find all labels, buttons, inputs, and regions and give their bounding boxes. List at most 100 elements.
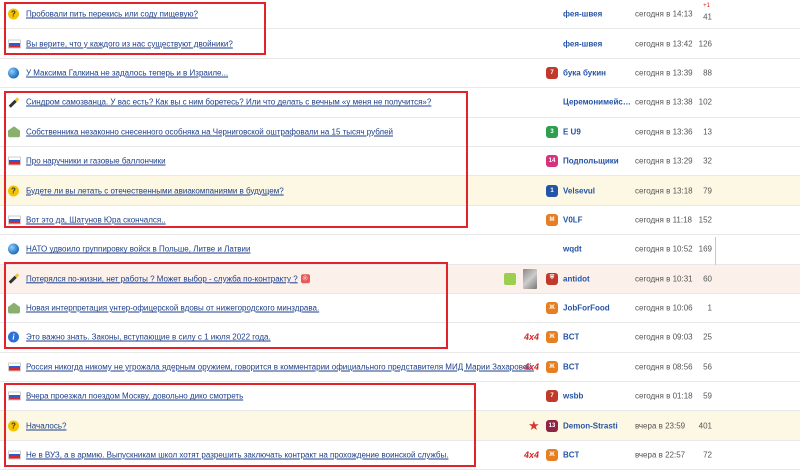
last-post-time: вчера в 22:57 — [635, 450, 686, 460]
reply-count: 59 — [703, 391, 712, 401]
topic-row: ? Будете ли вы летать с отечественными ав… — [0, 176, 800, 206]
reply-count: 88 — [703, 68, 712, 78]
user-badge-icon: M — [546, 213, 558, 226]
last-post-time: сегодня в 13:38 — [635, 97, 693, 107]
info-icon: i — [8, 331, 19, 343]
question-icon: ? — [8, 420, 19, 432]
last-post-time: вчера в 23:59 — [635, 421, 686, 431]
topic-row: Про наручники и газовые баллончики 14 Подп… — [0, 147, 800, 177]
topic-title-link[interactable]: Синдром самозванца. У вас есть? Как вы с… — [26, 98, 431, 107]
topic-title-link[interactable]: Вот это да, Шатунов Юра скончался.. — [26, 215, 166, 224]
topic-title-link[interactable]: У Максима Галкина не задалось теперь и в… — [26, 68, 228, 77]
new-replies-count: +1 — [703, 3, 710, 9]
reply-count: 41 — [703, 12, 712, 22]
topic-row: Потерялся по-жизни, нет работы ? Может в… — [0, 264, 800, 294]
topic-title-link[interactable]: Пробовали пить перекись или соду пищевую… — [26, 10, 198, 19]
flag-icon — [8, 215, 21, 225]
author-link[interactable]: antidot — [563, 274, 590, 283]
user-badge-icon: 7 — [546, 66, 558, 79]
user-badge-icon: 1 — [546, 184, 558, 197]
topic-row: Вы верите, что у каждого из нас существу… — [0, 29, 800, 59]
flag-icon — [8, 450, 21, 460]
author-link[interactable]: BCT — [563, 333, 579, 342]
user-badge-icon: 14 — [546, 155, 558, 168]
last-post-time: сегодня в 13:42 — [635, 39, 693, 49]
last-post-time: сегодня в 01:18 — [635, 391, 693, 401]
reply-count: 56 — [703, 362, 712, 372]
user-badge-icon: Ж — [546, 331, 558, 344]
user-badge-icon: 13 — [546, 419, 558, 432]
reply-count: 152 — [698, 215, 712, 225]
pen-icon — [8, 96, 20, 108]
user-badge-icon: Ж — [546, 360, 558, 373]
author-link[interactable]: Velsevul — [563, 186, 595, 195]
flag-icon — [8, 391, 21, 401]
last-post-time: сегодня в 13:39 — [635, 68, 693, 78]
reply-count: 72 — [703, 450, 712, 460]
user-badge-icon: Ж — [546, 302, 558, 315]
house-icon — [8, 126, 20, 138]
author-link[interactable]: V0LF — [563, 215, 583, 224]
thumbnail-image[interactable] — [504, 272, 516, 285]
last-post-time: сегодня в 08:56 — [635, 362, 693, 372]
topic-title-link[interactable]: Вчера проезжал поездом Москву, довольно … — [26, 392, 243, 401]
user-badge-icon: ⛨ — [546, 272, 558, 285]
topic-row: Вчера проезжал поездом Москву, довольно … — [0, 382, 800, 412]
topic-row: ? Началось? ★ 13 Demon-Strasti вчера в 23:59 4… — [0, 411, 800, 441]
topic-row: Вот это да, Шатунов Юра скончался.. M V0LF… — [0, 206, 800, 236]
topic-title-link[interactable]: Собственника незаконно снесенного особня… — [26, 127, 393, 136]
topic-title-link[interactable]: Россия никогда никому не угрожала ядерны… — [26, 362, 534, 371]
topic-title-link[interactable]: Про наручники и газовые баллончики — [26, 157, 166, 166]
author-link[interactable]: Подпольщики — [563, 157, 619, 166]
reply-count: 169 — [698, 244, 712, 254]
author-link[interactable]: wsbb — [563, 392, 583, 401]
globe-icon — [8, 67, 19, 79]
tag-4x4: 4x4 — [524, 332, 540, 343]
attachment-icon[interactable]: ◎ — [300, 274, 310, 284]
author-link[interactable]: Demon-Strasti — [563, 421, 618, 430]
author-link[interactable]: фея-швея — [563, 10, 602, 19]
last-post-time: сегодня в 14:13 — [635, 9, 693, 19]
last-post-time: сегодня в 11:18 — [635, 215, 693, 225]
topic-title-link[interactable]: Это важно знать. Законы, вступающие в си… — [26, 333, 271, 342]
globe-icon — [8, 243, 19, 255]
reply-count: 102 — [698, 97, 712, 107]
topic-row: Россия никогда никому не угрожала ядерны… — [0, 353, 800, 383]
author-link[interactable]: фея-швея — [563, 39, 602, 48]
smiley-question-icon: ? — [8, 8, 19, 20]
user-badge-icon: 3 — [546, 125, 558, 138]
tag-4x4: 4x4 — [524, 450, 540, 461]
topic-title-link[interactable]: Вы верите, что у каждого из нас существу… — [26, 39, 233, 48]
topic-title-link[interactable]: Не в ВУЗ, а в армию. Выпускникам школ хо… — [26, 451, 448, 460]
topic-title-link[interactable]: Новая интерпретация унтер-офицерской вдо… — [26, 304, 319, 313]
reply-count: 79 — [703, 186, 712, 196]
last-post-time: сегодня в 10:52 — [635, 244, 693, 254]
topic-title-link[interactable]: НАТО удвоило группировку войск в Польше,… — [26, 245, 250, 254]
author-link[interactable]: бука букин — [563, 68, 606, 77]
reply-count: 25 — [703, 332, 712, 342]
author-link[interactable]: Церемонимейстер — [563, 98, 631, 107]
last-post-time: сегодня в 10:06 — [635, 303, 693, 313]
reply-count: 1 — [707, 303, 712, 313]
user-badge-icon: 7 — [546, 390, 558, 403]
topic-row: Синдром самозванца. У вас есть? Как вы с… — [0, 88, 800, 118]
last-post-time: сегодня в 09:03 — [635, 332, 693, 342]
reply-count: 13 — [703, 127, 712, 137]
flag-icon — [8, 39, 21, 49]
topic-title-link[interactable]: Началось? — [26, 421, 67, 430]
topic-row: Собственника незаконно снесенного особня… — [0, 118, 800, 147]
topic-row: У Максима Галкина не задалось теперь и в… — [0, 59, 800, 89]
author-link[interactable]: wqdt — [563, 245, 582, 254]
thumbnail-image[interactable] — [523, 268, 537, 289]
author-link[interactable]: BCT — [563, 451, 579, 460]
topic-row: НАТО удвоило группировку войск в Польше,… — [0, 235, 800, 265]
reply-count: 60 — [703, 274, 712, 284]
tag-4x4: 4x4 — [524, 361, 540, 372]
author-link[interactable]: JobForFood — [563, 304, 610, 313]
author-link[interactable]: BCT — [563, 362, 579, 371]
author-link[interactable]: E U9 — [563, 127, 581, 136]
topic-title-link[interactable]: Потерялся по-жизни, нет работы ? Может в… — [26, 274, 310, 284]
topic-title-link[interactable]: Будете ли вы летать с отечественными ави… — [26, 186, 284, 195]
topic-row: Новая интерпретация унтер-офицерской вдо… — [0, 294, 800, 324]
last-post-time: сегодня в 13:36 — [635, 127, 693, 137]
